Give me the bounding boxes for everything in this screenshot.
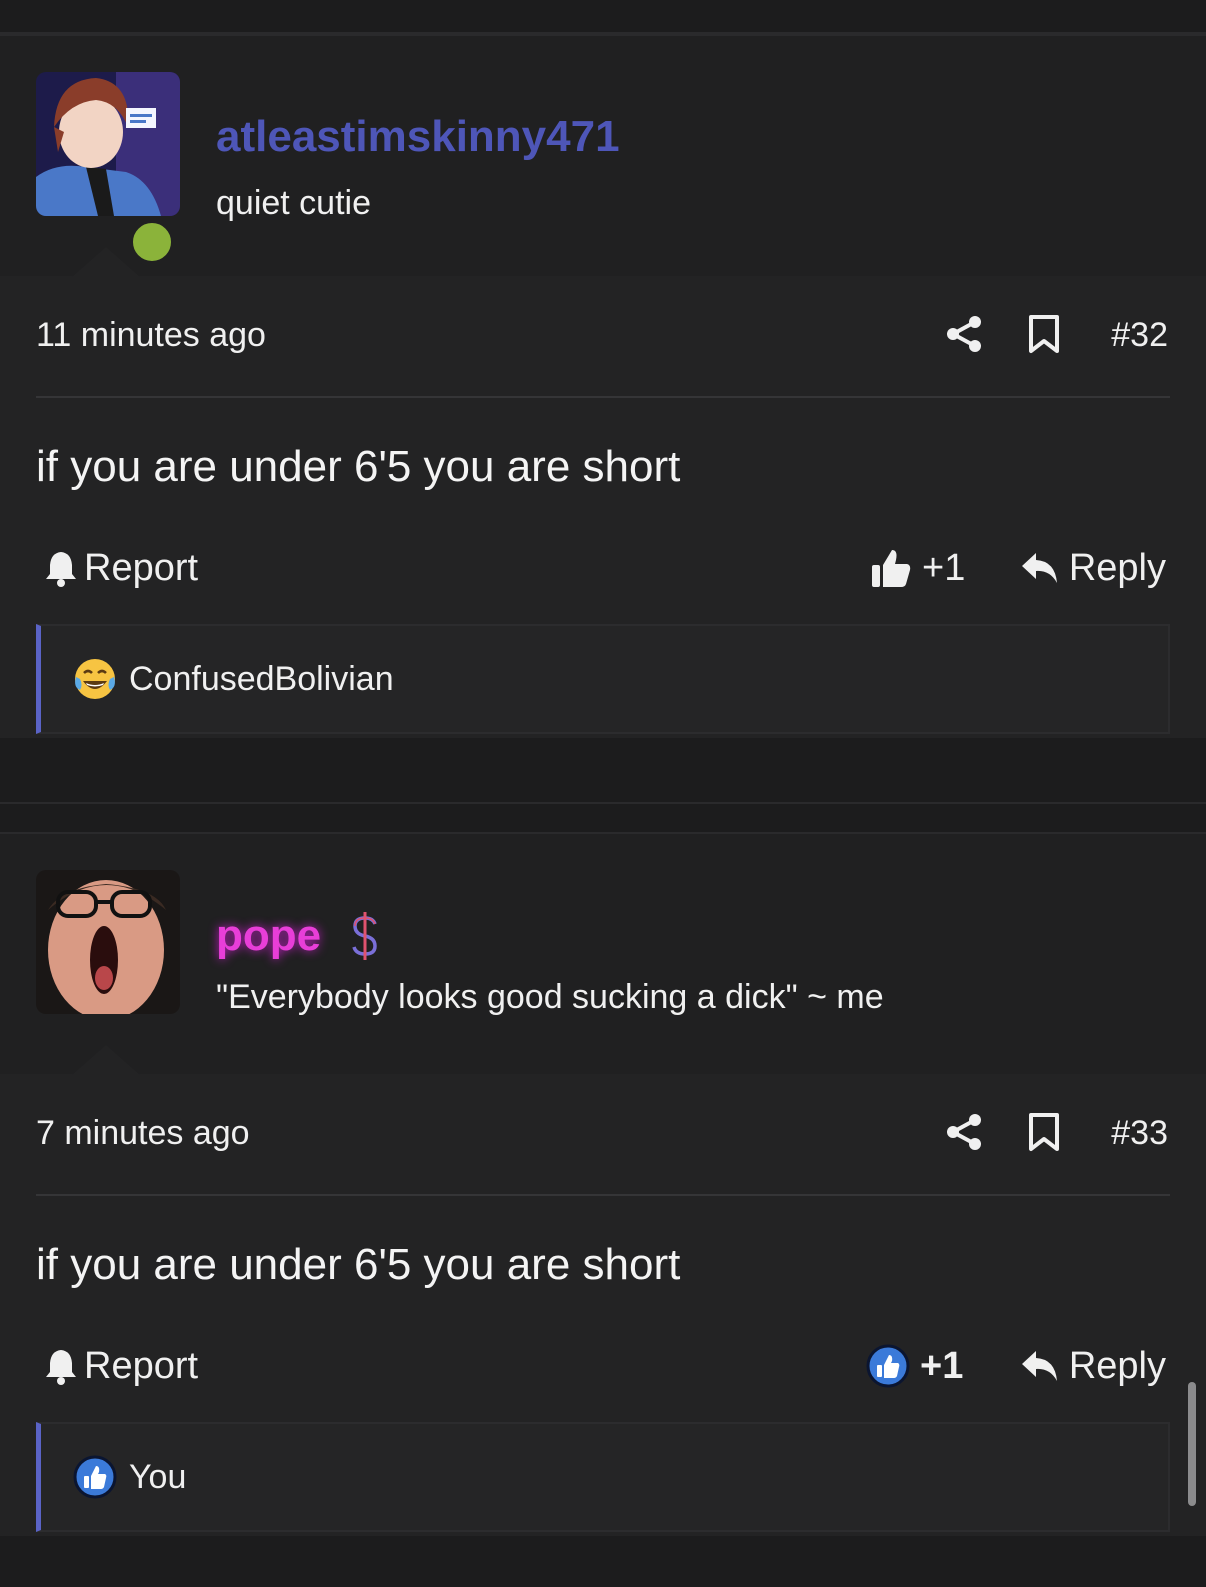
post-number[interactable]: #33 — [1111, 1114, 1168, 1153]
report-button[interactable]: Report — [44, 538, 198, 598]
bookmark-icon[interactable] — [1026, 314, 1062, 354]
like-count: +1 — [920, 1344, 964, 1387]
share-icon[interactable] — [944, 1112, 984, 1152]
post-text: if you are under 6'5 you are short — [36, 442, 681, 491]
thumbs-up-icon — [872, 550, 911, 587]
reaction-user: You — [129, 1457, 187, 1496]
post-author-header: pope "Everybody looks good sucking a dic… — [0, 832, 1206, 1075]
avatar[interactable] — [36, 870, 180, 1014]
username-text: pope — [216, 911, 322, 960]
top-separator — [0, 0, 1206, 34]
post-33: pope "Everybody looks good sucking a dic… — [0, 832, 1206, 1536]
header-pointer — [72, 1045, 140, 1075]
like-button[interactable]: +1 — [870, 538, 965, 598]
reply-button[interactable]: Reply — [1021, 538, 1166, 598]
report-label: Report — [84, 1344, 199, 1387]
post-meta: 11 minutes ago #32 — [0, 276, 1206, 398]
scrollbar[interactable] — [1188, 1382, 1196, 1506]
thread-page: atleastimskinny471 quiet cutie 11 minute… — [0, 0, 1206, 1587]
reply-label: Reply — [1068, 546, 1166, 589]
bell-icon — [46, 1350, 76, 1385]
reactions-list: ConfusedBolivian — [0, 624, 1206, 738]
bell-icon — [46, 552, 76, 587]
like-button[interactable]: +1 — [866, 1336, 963, 1396]
user-title: quiet cutie — [216, 184, 371, 222]
post-content: if you are under 6'5 you are short — [0, 1196, 1206, 1326]
post-actions: Report +1 Reply — [0, 1326, 1206, 1422]
reply-label: Reply — [1068, 1344, 1166, 1387]
post-actions: Report +1 Reply — [0, 528, 1206, 624]
post-content: if you are under 6'5 you are short — [0, 398, 1206, 528]
share-icon[interactable] — [944, 314, 984, 354]
post-number[interactable]: #32 — [1111, 316, 1168, 355]
post-32: atleastimskinny471 quiet cutie 11 minute… — [0, 34, 1206, 738]
reaction-item[interactable]: You — [36, 1422, 1170, 1532]
username[interactable]: pope — [216, 910, 385, 962]
timestamp[interactable]: 11 minutes ago — [36, 316, 266, 355]
report-button[interactable]: Report — [44, 1336, 198, 1396]
post-meta: 7 minutes ago #33 — [0, 1074, 1206, 1196]
user-title: "Everybody looks good sucking a dick" ~ … — [216, 978, 884, 1016]
like-count: +1 — [922, 546, 966, 589]
laughing-crying-icon — [75, 659, 115, 699]
reaction-user: ConfusedBolivian — [129, 659, 394, 698]
like-icon — [73, 1455, 117, 1499]
like-icon — [866, 1344, 910, 1388]
post-separator — [0, 802, 1206, 832]
header-pointer — [72, 247, 140, 277]
reaction-item[interactable]: ConfusedBolivian — [36, 624, 1170, 734]
post-author-header: atleastimskinny471 quiet cutie — [0, 34, 1206, 277]
reply-button[interactable]: Reply — [1021, 1336, 1166, 1396]
post-text: if you are under 6'5 you are short — [36, 1240, 681, 1289]
username[interactable]: atleastimskinny471 — [216, 112, 620, 162]
avatar[interactable] — [36, 72, 180, 216]
reply-arrow-icon — [1021, 553, 1057, 583]
reply-arrow-icon — [1021, 1351, 1057, 1381]
reactions-list: You — [0, 1422, 1206, 1536]
timestamp[interactable]: 7 minutes ago — [36, 1114, 250, 1153]
report-label: Report — [84, 546, 199, 589]
bookmark-icon[interactable] — [1026, 1112, 1062, 1152]
dollar-icon — [352, 912, 377, 960]
